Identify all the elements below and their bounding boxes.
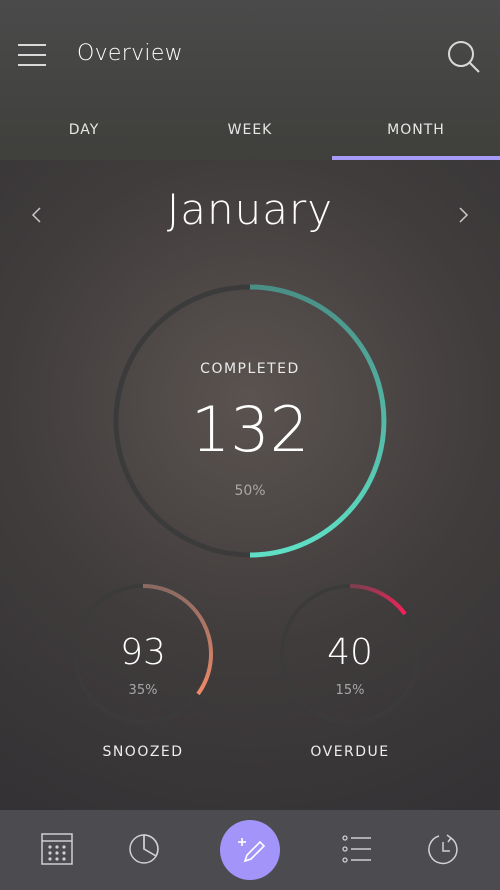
- page-title: Overview: [77, 41, 183, 66]
- hamburger-menu-icon[interactable]: [18, 42, 48, 68]
- snoozed-count: 93: [120, 632, 166, 673]
- completed-percent: 50%: [234, 483, 266, 499]
- overdue-ring-arc: [349, 584, 407, 616]
- header: Overview DAY WEEK MONTH: [0, 0, 500, 160]
- add-note-icon: [238, 838, 266, 863]
- completed-count: 132: [190, 393, 310, 466]
- list-icon[interactable]: [340, 832, 374, 866]
- month-label: January: [166, 185, 334, 234]
- add-note-button[interactable]: [220, 820, 280, 880]
- snoozed-percent: 35%: [128, 683, 158, 698]
- completed-label: COMPLETED: [200, 361, 300, 377]
- history-icon[interactable]: [427, 832, 461, 866]
- overdue-count: 40: [327, 632, 373, 673]
- calendar-icon[interactable]: [40, 832, 74, 866]
- search-icon[interactable]: [446, 40, 482, 74]
- pie-chart-icon[interactable]: [127, 832, 161, 866]
- snoozed-label: SNOOZED: [102, 744, 184, 760]
- overview-screen: Overview DAY WEEK MONTH January COMPLETE…: [0, 0, 500, 890]
- month-selector: January: [0, 180, 500, 250]
- overdue-label: OVERDUE: [310, 744, 390, 760]
- chevron-right-icon[interactable]: [456, 205, 470, 225]
- tab-day[interactable]: DAY: [0, 100, 168, 160]
- bottom-nav-bar: [0, 810, 500, 890]
- tab-month[interactable]: MONTH: [332, 100, 500, 160]
- overdue-percent: 15%: [335, 683, 365, 698]
- period-tabs: DAY WEEK MONTH: [0, 100, 500, 160]
- tab-week[interactable]: WEEK: [168, 100, 332, 160]
